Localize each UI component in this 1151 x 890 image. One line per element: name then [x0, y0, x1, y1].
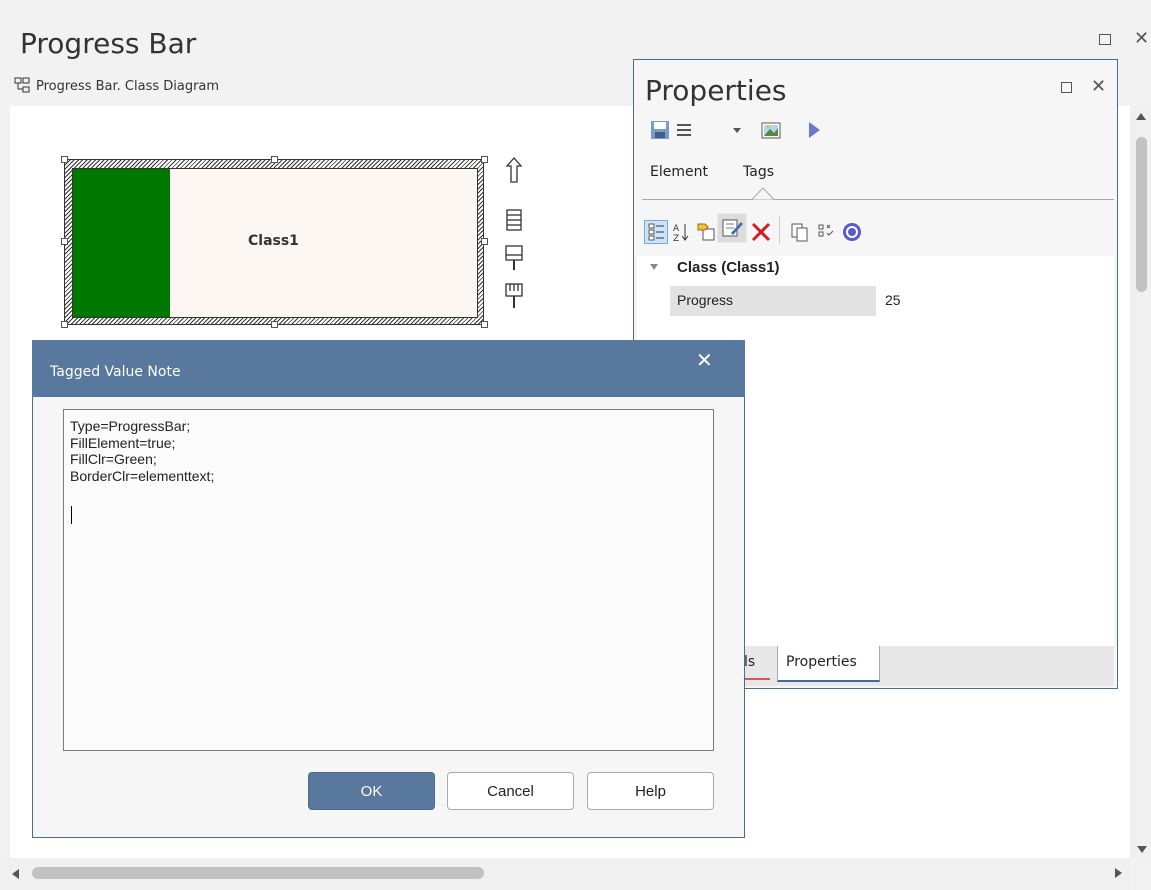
property-group-label[interactable]: Class (Class1)	[677, 259, 780, 276]
text-caret	[71, 506, 72, 524]
scroll-down-icon[interactable]	[1137, 846, 1147, 853]
properties-title: Properties	[645, 74, 787, 107]
note-line: FillElement=true;	[70, 434, 176, 451]
toolbar-separator	[779, 216, 780, 244]
image-icon[interactable]	[760, 119, 782, 141]
expand-triangle-icon[interactable]	[650, 264, 658, 270]
bottom-tab-properties-label: Properties	[786, 654, 857, 670]
svg-text:Z: Z	[673, 234, 679, 243]
resize-handle[interactable]	[61, 238, 68, 245]
help-button[interactable]: Help	[587, 772, 714, 810]
class-name: Class1	[248, 233, 299, 249]
scroll-right-icon[interactable]	[1115, 868, 1122, 878]
svg-text:A: A	[673, 224, 680, 234]
note-line: FillClr=Green;	[70, 451, 157, 467]
cancel-button[interactable]: Cancel	[447, 772, 574, 810]
close-icon[interactable]: ✕	[1091, 76, 1106, 97]
maximize-icon[interactable]	[1099, 34, 1111, 45]
menu-icon[interactable]	[674, 119, 696, 141]
quick-link-arrow-icon[interactable]	[500, 156, 528, 184]
scroll-up-icon[interactable]	[1136, 113, 1146, 120]
resize-handle[interactable]	[481, 238, 488, 245]
tab-divider	[642, 199, 1114, 200]
active-tab-indicator	[752, 187, 774, 200]
progress-fill	[73, 169, 170, 317]
vertical-scroll-thumb[interactable]	[1136, 137, 1147, 292]
delete-icon[interactable]	[750, 221, 772, 243]
resize-handle[interactable]	[271, 156, 278, 163]
maximize-icon[interactable]	[1061, 82, 1072, 93]
play-icon[interactable]	[804, 119, 826, 141]
property-value[interactable]: 25	[885, 292, 901, 308]
save-icon[interactable]	[649, 119, 671, 141]
tab-element[interactable]: Element	[650, 164, 708, 180]
chevron-down-icon[interactable]	[733, 128, 741, 134]
note-textarea[interactable]: Type=ProgressBar; FillElement=true; Fill…	[63, 409, 714, 751]
tab-tags[interactable]: Tags	[743, 164, 774, 180]
sort-az-icon[interactable]: A Z	[670, 221, 692, 243]
close-icon[interactable]: ✕	[696, 348, 713, 373]
new-tag-icon[interactable]	[695, 221, 717, 243]
format-painter-icon[interactable]	[500, 282, 528, 310]
edit-tag-icon[interactable]	[717, 213, 747, 243]
note-line: Type=ProgressBar;	[70, 418, 191, 434]
resize-handle[interactable]	[271, 321, 278, 328]
scroll-left-icon[interactable]	[12, 869, 19, 879]
close-icon[interactable]: ✕	[1134, 28, 1149, 49]
resize-handle[interactable]	[61, 321, 68, 328]
element-menu-icon[interactable]	[500, 206, 528, 234]
window-title: Progress Bar	[20, 27, 197, 60]
resize-handle[interactable]	[481, 321, 488, 328]
checklist-icon[interactable]	[816, 221, 838, 243]
note-line: BorderClr=elementtext;	[70, 467, 215, 484]
property-name: Progress	[677, 292, 734, 308]
horizontal-scroll-thumb[interactable]	[32, 867, 484, 879]
appearance-icon[interactable]	[500, 244, 528, 272]
resize-handle[interactable]	[481, 156, 488, 163]
resize-handle[interactable]	[61, 156, 68, 163]
dialog-title: Tagged Value Note	[50, 364, 181, 380]
ok-button[interactable]: OK	[308, 772, 435, 810]
copy-icon[interactable]	[789, 221, 811, 243]
help-icon[interactable]	[841, 221, 863, 243]
class-diagram-icon	[14, 77, 30, 93]
bottom-tab-details-label: ls	[744, 654, 756, 670]
categorized-icon[interactable]	[644, 220, 668, 244]
breadcrumb[interactable]: Progress Bar. Class Diagram	[36, 79, 219, 94]
